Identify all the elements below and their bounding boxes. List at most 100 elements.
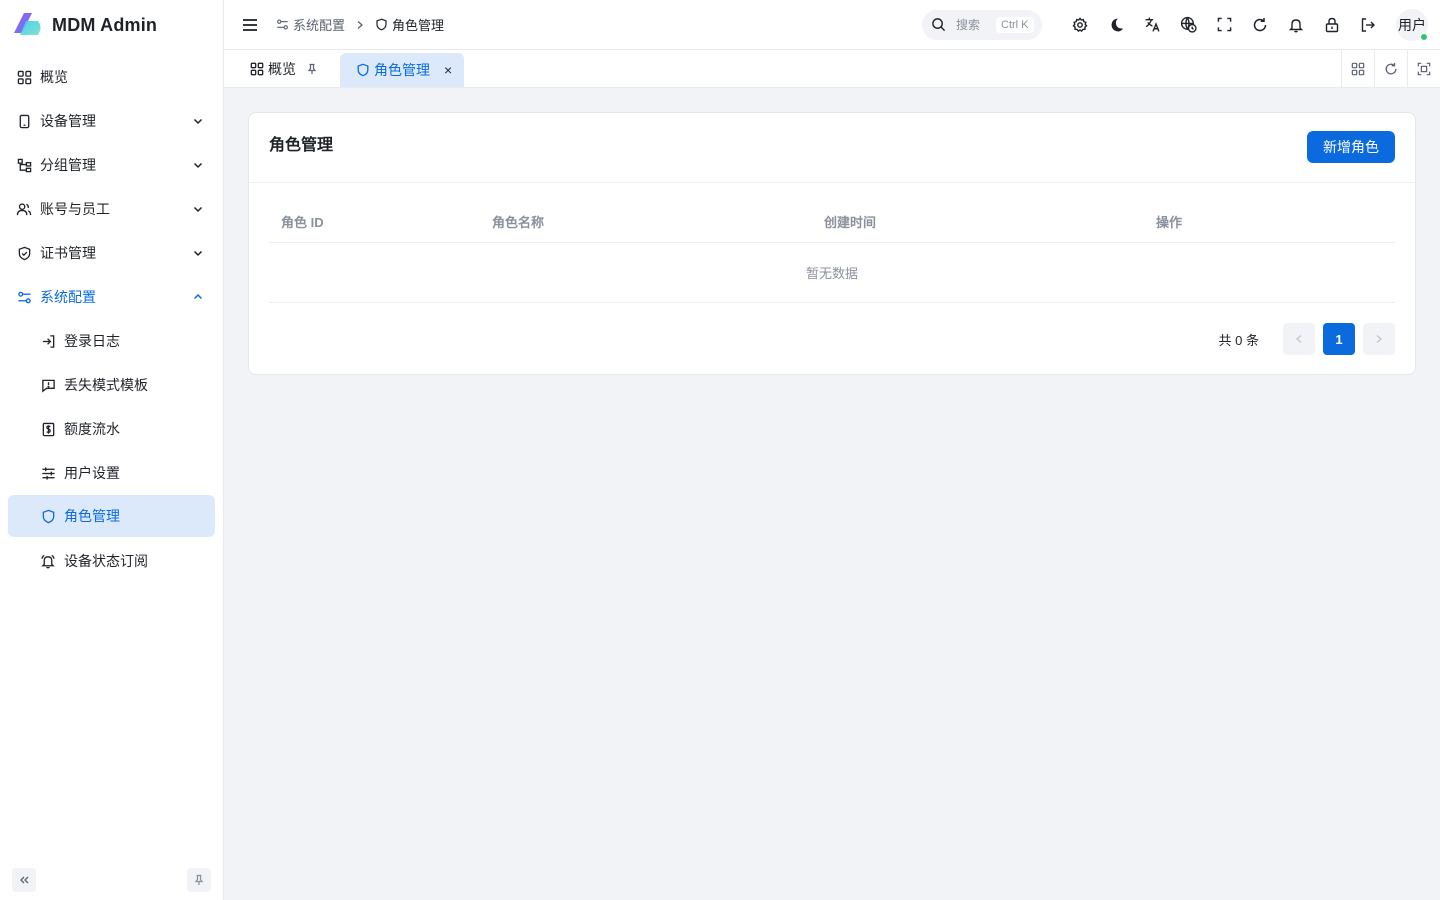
message-alert-icon [40, 377, 56, 393]
sidebar-item-user-settings[interactable]: 用户设置 [0, 451, 223, 495]
search-shortcut-hint: Ctrl K [996, 16, 1034, 33]
column-header-role-name[interactable]: 角色名称 [492, 212, 824, 231]
timezone-button[interactable] [1170, 7, 1206, 43]
gear-icon [1072, 16, 1088, 32]
empty-state: 暂无数据 [269, 243, 1395, 303]
maximize-icon [1417, 62, 1431, 75]
language-button[interactable] [1134, 7, 1170, 43]
tab-role-management[interactable]: 角色管理 × [340, 53, 465, 87]
column-header-created-at[interactable]: 创建时间 [824, 212, 1156, 231]
receipt-icon [40, 421, 56, 437]
device-icon [16, 113, 32, 129]
online-status-dot [1420, 32, 1428, 41]
sidebar-menu: 概览 设备管理 分组管理 账号与员工 证书管理 系统配置 [0, 55, 223, 319]
logout-icon [1361, 17, 1375, 32]
chevron-down-icon [191, 202, 205, 216]
refresh-icon [1253, 17, 1267, 31]
login-icon [40, 333, 56, 349]
moon-icon [1111, 18, 1123, 31]
pagination: 共 0 条 1 [249, 323, 1395, 355]
chevron-down-icon [191, 158, 205, 172]
page-button-1[interactable]: 1 [1323, 323, 1355, 355]
bell-ring-icon [40, 553, 56, 569]
breadcrumb-item-system-config[interactable]: 系统配置 [276, 15, 345, 34]
user-avatar[interactable]: 用户 [1396, 8, 1428, 41]
pin-icon[interactable] [306, 63, 322, 75]
shield-icon [40, 508, 56, 524]
sidebar-item-login-log[interactable]: 登录日志 [0, 319, 223, 363]
breadcrumb-label: 角色管理 [392, 18, 445, 33]
column-header-role-id[interactable]: 角色 ID [269, 212, 492, 231]
preferences-button[interactable] [1062, 7, 1098, 43]
chevron-left-icon [1296, 335, 1302, 343]
sidebar-item-lost-mode-template[interactable]: 丢失模式模板 [0, 363, 223, 407]
dark-mode-toggle[interactable] [1098, 7, 1134, 43]
global-search-button[interactable]: 搜索 Ctrl K [922, 9, 1042, 40]
tab-overview[interactable]: 概览 [238, 50, 334, 87]
app-logo[interactable]: MDM Admin [0, 0, 223, 50]
next-page-button[interactable] [1363, 323, 1395, 355]
sidebar-item-label: 账号与员工 [40, 201, 110, 217]
globe-clock-icon [1180, 16, 1197, 33]
sidebar-item-label: 分组管理 [40, 157, 96, 173]
tab-bar-actions [1341, 50, 1440, 87]
sidebar-item-groups[interactable]: 分组管理 [0, 143, 223, 187]
refresh-icon [1385, 62, 1397, 74]
sidebar-item-label: 额度流水 [64, 421, 120, 437]
menu-icon [243, 18, 257, 31]
grid-icon [1351, 62, 1365, 75]
dashboard-icon [16, 69, 32, 85]
double-chevron-left-icon [20, 876, 29, 884]
notifications-button[interactable] [1278, 7, 1314, 43]
sidebar-item-quota-flow[interactable]: 额度流水 [0, 407, 223, 451]
pagination-total: 共 0 条 [1218, 332, 1259, 348]
certificate-icon [16, 245, 32, 261]
sidebar-item-certificates[interactable]: 证书管理 [0, 231, 223, 275]
sidebar-item-label: 角色管理 [64, 508, 120, 524]
refresh-button[interactable] [1242, 7, 1278, 43]
sidebar-item-label: 设备管理 [40, 113, 96, 129]
breadcrumb: 系统配置 角色管理 [276, 15, 444, 34]
sidebar-item-devices[interactable]: 设备管理 [0, 99, 223, 143]
tab-menu-button[interactable] [1341, 50, 1374, 87]
tab-bar: 概览 角色管理 × [224, 50, 1440, 88]
sidebar-item-label: 设备状态订阅 [64, 553, 148, 569]
sidebar-item-system-config[interactable]: 系统配置 [0, 275, 223, 319]
sidebar-footer [12, 868, 211, 892]
add-role-button[interactable]: 新增角色 [1307, 131, 1395, 163]
dashboard-icon [250, 62, 264, 75]
sliders-icon [40, 465, 56, 481]
toggle-menu-button[interactable] [238, 13, 262, 37]
breadcrumb-item-role-management: 角色管理 [375, 15, 444, 34]
card-header: 角色管理 新增角色 [249, 113, 1415, 183]
sidebar-item-accounts[interactable]: 账号与员工 [0, 187, 223, 231]
tab-label: 角色管理 [374, 62, 430, 78]
fullscreen-button[interactable] [1206, 7, 1242, 43]
sidebar-item-label: 系统配置 [40, 289, 96, 305]
tab-refresh-button[interactable] [1374, 50, 1407, 87]
close-icon[interactable]: × [444, 62, 452, 78]
sidebar-item-role-management[interactable]: 角色管理 [8, 495, 215, 537]
brand-logo-icon [12, 11, 44, 39]
user-avatar-label: 用户 [1398, 16, 1426, 33]
search-placeholder: 搜索 [956, 18, 981, 32]
shield-icon [357, 63, 369, 77]
logout-button[interactable] [1350, 7, 1386, 43]
group-icon [16, 157, 32, 173]
collapse-sidebar-button[interactable] [12, 868, 36, 892]
tab-maximize-button[interactable] [1407, 50, 1440, 87]
sidebar-item-label: 用户设置 [64, 465, 120, 481]
sidebar-item-device-status-subscription[interactable]: 设备状态订阅 [0, 539, 223, 583]
chevron-down-icon [191, 246, 205, 260]
fullscreen-icon [1217, 17, 1231, 32]
roles-table: 角色 ID 角色名称 创建时间 操作 暂无数据 [269, 183, 1395, 303]
prev-page-button[interactable] [1283, 323, 1315, 355]
settings-sliders-icon [16, 289, 32, 305]
sidebar-item-overview[interactable]: 概览 [0, 55, 223, 99]
column-header-actions: 操作 [1156, 215, 1183, 230]
lock-screen-button[interactable] [1314, 7, 1350, 43]
search-icon [932, 18, 946, 32]
pin-sidebar-button[interactable] [187, 868, 211, 892]
translate-icon [1145, 17, 1160, 32]
app-title: MDM Admin [52, 14, 158, 35]
